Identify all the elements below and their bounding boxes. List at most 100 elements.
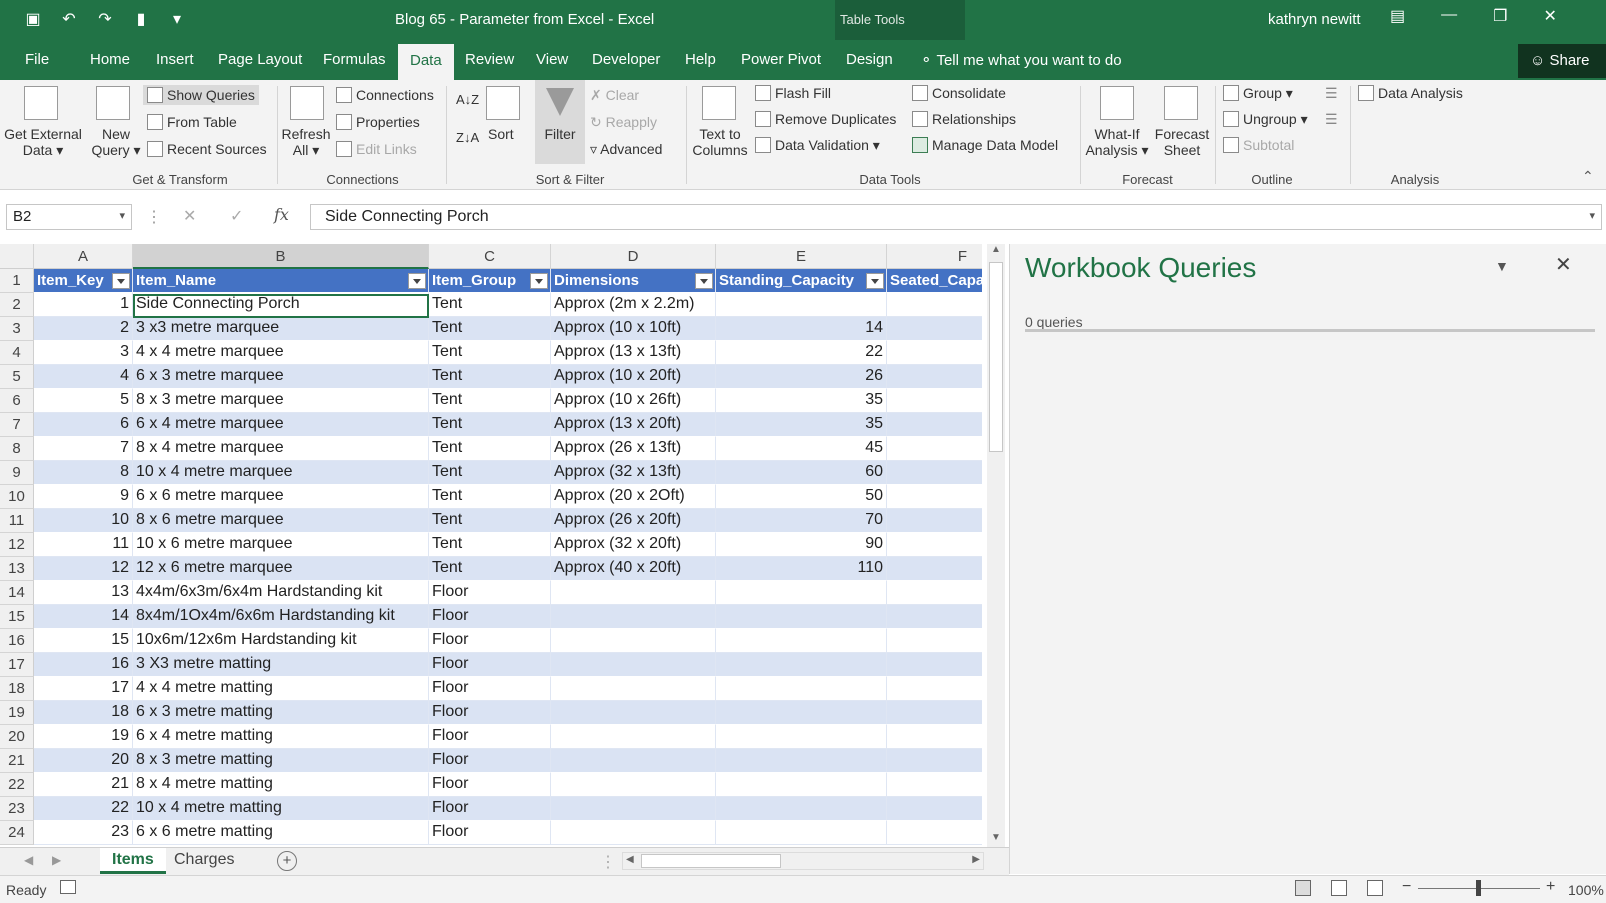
cell-standing-capacity[interactable]: 50 — [716, 485, 887, 509]
cell-dimensions[interactable]: Approx (13 x 20ft) — [551, 413, 716, 437]
row-header[interactable]: 15 — [0, 605, 34, 629]
row-header[interactable]: 18 — [0, 677, 34, 701]
cell-standing-capacity[interactable] — [716, 821, 887, 845]
cell-standing-capacity[interactable] — [716, 653, 887, 677]
cell-item-group[interactable]: Tent — [429, 437, 551, 461]
cell-item-name[interactable]: 4 x 4 metre marquee — [133, 341, 429, 365]
row-header[interactable]: 12 — [0, 533, 34, 557]
cell-item-group[interactable]: Floor — [429, 653, 551, 677]
vertical-scrollbar[interactable]: ▲ ▼ — [987, 244, 1005, 847]
cell-item-name[interactable]: 10 x 4 metre matting — [133, 797, 429, 821]
cell-dimensions[interactable] — [551, 749, 716, 773]
cell-item-group[interactable]: Floor — [429, 725, 551, 749]
cell-seated-capacity[interactable] — [887, 821, 982, 845]
row-header[interactable]: 23 — [0, 797, 34, 821]
cell-seated-capacity[interactable] — [887, 629, 982, 653]
cell-item-group[interactable]: Tent — [429, 533, 551, 557]
collapse-ribbon-icon[interactable]: ⌃ — [1582, 168, 1594, 185]
select-all-corner[interactable] — [0, 244, 34, 269]
scroll-up-icon[interactable]: ▲ — [991, 244, 1001, 255]
table-header-cell[interactable]: Item_Key — [34, 269, 133, 293]
page-break-view-icon[interactable] — [1367, 880, 1383, 896]
cell-dimensions[interactable] — [551, 605, 716, 629]
cell-seated-capacity[interactable] — [887, 677, 982, 701]
show-queries-button[interactable]: Show Queries — [143, 85, 259, 105]
row-header[interactable]: 2 — [0, 293, 34, 317]
cell-seated-capacity[interactable] — [887, 605, 982, 629]
cell-standing-capacity[interactable] — [716, 677, 887, 701]
zoom-level[interactable]: 100% — [1568, 882, 1604, 898]
cell-seated-capacity[interactable] — [887, 365, 982, 389]
row-header[interactable]: 11 — [0, 509, 34, 533]
row-header[interactable]: 24 — [0, 821, 34, 845]
cell-item-key[interactable]: 4 — [34, 365, 133, 389]
row-header[interactable]: 21 — [0, 749, 34, 773]
cell-item-name[interactable]: 8x4m/1Ox4m/6x6m Hardstanding kit — [133, 605, 429, 629]
ungroup-button[interactable]: Ungroup ▾ — [1223, 111, 1308, 128]
text-to-columns-button[interactable]: Text to Columns — [688, 126, 752, 158]
cell-item-key[interactable]: 21 — [34, 773, 133, 797]
cell-item-key[interactable]: 11 — [34, 533, 133, 557]
formula-input[interactable]: Side Connecting Porch ▾ — [310, 204, 1602, 230]
tab-split-handle[interactable]: ⋮ — [600, 852, 616, 872]
cell-item-group[interactable]: Tent — [429, 317, 551, 341]
sort-a-z-icon[interactable]: A↓Z — [456, 92, 479, 107]
filter-button[interactable]: Filter — [535, 80, 585, 164]
cell-dimensions[interactable] — [551, 629, 716, 653]
flash-fill-button[interactable]: Flash Fill — [755, 85, 831, 101]
cell-standing-capacity[interactable]: 90 — [716, 533, 887, 557]
cell-dimensions[interactable]: Approx (10 x 26ft) — [551, 389, 716, 413]
horizontal-scroll-thumb[interactable] — [641, 854, 781, 868]
cell-item-name[interactable]: 8 x 3 metre marquee — [133, 389, 429, 413]
table-header-cell[interactable]: Item_Name — [133, 269, 429, 293]
tell-me-box[interactable]: ⚬ Tell me what you want to do — [920, 51, 1122, 69]
insert-function-icon[interactable]: fx — [274, 205, 289, 224]
cell-seated-capacity[interactable] — [887, 389, 982, 413]
row-header[interactable]: 9 — [0, 461, 34, 485]
hide-detail-icon[interactable]: ☰ — [1325, 111, 1338, 128]
sheet-tab-charges[interactable]: Charges — [162, 848, 246, 874]
column-header-d[interactable]: D — [551, 244, 716, 269]
cell-dimensions[interactable]: Approx (26 x 20ft) — [551, 509, 716, 533]
cell-item-key[interactable]: 8 — [34, 461, 133, 485]
cell-standing-capacity[interactable] — [716, 701, 887, 725]
confirm-entry-icon[interactable]: ✓ — [230, 206, 243, 226]
cell-item-group[interactable]: Tent — [429, 485, 551, 509]
cell-item-key[interactable]: 12 — [34, 557, 133, 581]
recent-sources-button[interactable]: Recent Sources — [147, 141, 267, 157]
tab-insert[interactable]: Insert — [156, 51, 194, 68]
cell-item-group[interactable]: Floor — [429, 581, 551, 605]
cell-seated-capacity[interactable] — [887, 509, 982, 533]
sheet-tab-items[interactable]: Items — [100, 848, 166, 874]
row-header[interactable]: 3 — [0, 317, 34, 341]
cell-item-group[interactable]: Tent — [429, 413, 551, 437]
cell-item-key[interactable]: 10 — [34, 509, 133, 533]
cell-seated-capacity[interactable] — [887, 797, 982, 821]
cell-item-group[interactable]: Tent — [429, 509, 551, 533]
column-header-e[interactable]: E — [716, 244, 887, 269]
consolidate-button[interactable]: Consolidate — [912, 85, 1006, 101]
cell-item-key[interactable]: 17 — [34, 677, 133, 701]
cell-standing-capacity[interactable]: 110 — [716, 557, 887, 581]
scroll-sheets-left-icon[interactable]: ◀ — [24, 853, 33, 867]
refresh-all-button[interactable]: Refresh All ▾ — [280, 126, 332, 159]
new-query-button[interactable]: New Query ▾ — [90, 126, 142, 159]
cell-seated-capacity[interactable] — [887, 749, 982, 773]
cell-item-key[interactable]: 3 — [34, 341, 133, 365]
cell-item-name[interactable]: 6 x 6 metre marquee — [133, 485, 429, 509]
restore-icon[interactable]: ❐ — [1493, 6, 1507, 26]
cell-item-key[interactable]: 18 — [34, 701, 133, 725]
cell-item-key[interactable]: 23 — [34, 821, 133, 845]
add-sheet-icon[interactable]: + — [277, 851, 297, 871]
show-detail-icon[interactable]: ☰ — [1325, 85, 1338, 102]
row-header[interactable]: 10 — [0, 485, 34, 509]
cell-seated-capacity[interactable] — [887, 725, 982, 749]
cell-standing-capacity[interactable] — [716, 725, 887, 749]
group-button[interactable]: Group ▾ — [1223, 85, 1293, 102]
cell-item-name[interactable]: 3 x3 metre marquee — [133, 317, 429, 341]
advanced-button[interactable]: ▿ Advanced — [590, 141, 662, 158]
cell-item-group[interactable]: Tent — [429, 389, 551, 413]
cell-item-key[interactable]: 9 — [34, 485, 133, 509]
vertical-scroll-thumb[interactable] — [989, 262, 1003, 452]
zoom-out-icon[interactable]: − — [1402, 878, 1411, 896]
